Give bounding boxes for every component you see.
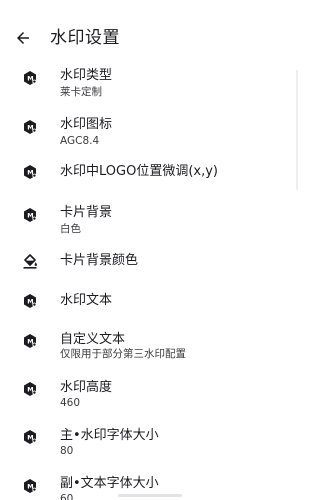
setting-watermark-type[interactable]: M 水印类型 莱卡定制 [0, 64, 300, 104]
setting-title: 自定义文本 [60, 332, 126, 347]
back-button[interactable] [13, 28, 33, 48]
setting-main-font-size[interactable]: M 主•水印字体大小 80 [0, 426, 300, 466]
setting-value: 60 [60, 493, 74, 500]
watermark-m-icon: M [24, 294, 37, 308]
setting-title: 卡片背景颜色 [60, 253, 139, 268]
watermark-m-icon: M [24, 334, 37, 348]
setting-title: 副•文本字体大小 [60, 476, 159, 491]
watermark-m-icon: M [24, 382, 37, 396]
setting-title: 水印图标 [60, 117, 113, 132]
page-title: 水印设置 [50, 28, 120, 48]
setting-value: AGC8.4 [60, 135, 100, 147]
setting-custom-text[interactable]: M 自定义文本 仅限用于部分第三水印配置 [0, 330, 300, 370]
setting-value: 460 [60, 397, 81, 409]
setting-card-background-color[interactable]: 卡片背景颜色 [0, 250, 300, 274]
watermark-m-icon: M [24, 208, 37, 222]
paint-bucket-icon [23, 254, 37, 269]
setting-title: 水印高度 [60, 380, 113, 395]
setting-title: 水印类型 [60, 68, 113, 83]
setting-title: 主•水印字体大小 [60, 428, 159, 443]
top-app-bar: 水印设置 [0, 0, 300, 72]
setting-watermark-height[interactable]: M 水印高度 460 [0, 378, 300, 418]
watermark-m-icon: M [24, 430, 37, 444]
watermark-m-icon: M [24, 165, 37, 179]
watermark-settings-screen: 水印设置 M 水印类型 莱卡定制 M 水印图标 AGC8.4 M 水印中LOGO… [0, 0, 300, 500]
setting-value: 80 [60, 445, 74, 457]
setting-value: 白色 [60, 223, 81, 235]
setting-value: 莱卡定制 [60, 86, 102, 98]
setting-card-background[interactable]: M 卡片背景 白色 [0, 202, 300, 242]
setting-watermark-icon[interactable]: M 水印图标 AGC8.4 [0, 114, 300, 154]
watermark-m-icon: M [24, 120, 37, 134]
gesture-navigation-bar[interactable] [118, 494, 182, 497]
setting-logo-position[interactable]: M 水印中LOGO位置微调(x,y) [0, 160, 300, 184]
setting-title: 卡片背景 [60, 205, 113, 220]
setting-title: 水印文本 [60, 293, 113, 308]
watermark-m-icon: M [24, 71, 37, 85]
setting-value: 仅限用于部分第三水印配置 [60, 348, 186, 360]
watermark-m-icon: M [24, 479, 37, 493]
setting-title: 水印中LOGO位置微调(x,y) [60, 164, 218, 179]
arrow-back-icon [17, 32, 29, 44]
setting-watermark-text[interactable]: M 水印文本 [0, 290, 300, 314]
